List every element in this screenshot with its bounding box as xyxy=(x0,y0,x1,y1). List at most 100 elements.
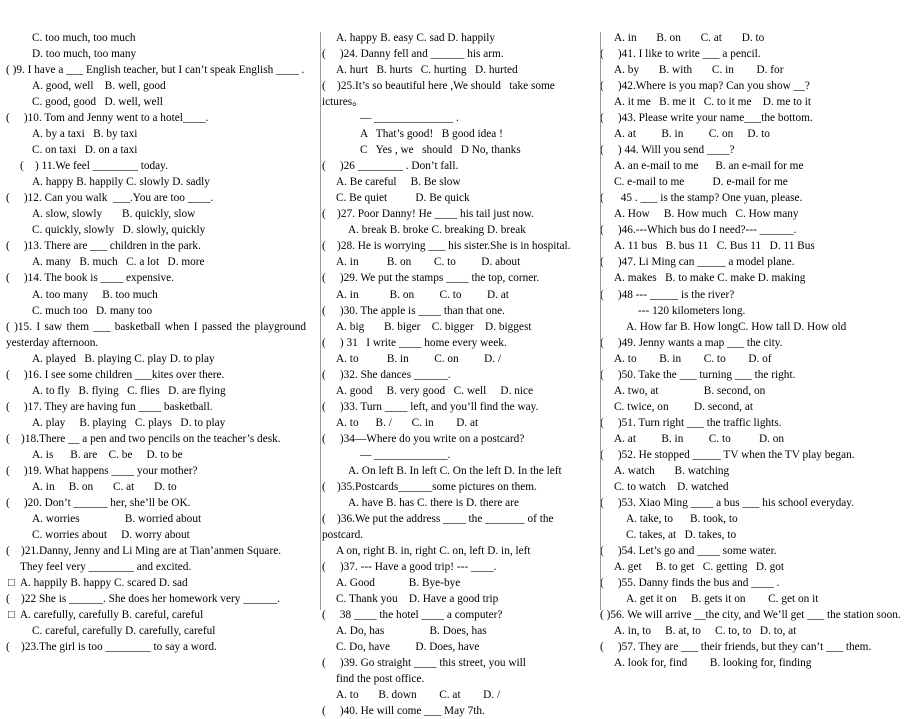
question-line: □ A. carefully, carefully B. careful, ca… xyxy=(8,609,204,622)
question-line: A. is B. are C. be D. to be xyxy=(32,448,183,461)
question-line: A. play B. playing C. plays D. to play xyxy=(32,416,226,429)
question-line: A on, right B. in, right C. on, left D. … xyxy=(336,545,531,557)
question-line: A. worries B. worried about xyxy=(32,512,202,525)
question-line: C. to watch D. watched xyxy=(614,480,729,493)
question-line: A. in, to B. at, to C. to, to D. to, at xyxy=(614,625,797,638)
question-line: A. an e-mail to me B. an e-mail for me xyxy=(614,160,804,173)
question-line: A. it me B. me it C. to it me D. me to i… xyxy=(614,96,812,109)
question-line: A. 11 bus B. bus 11 C. Bus 11 D. 11 Bus xyxy=(614,240,815,253)
question-line: A. two, at B. second, on xyxy=(614,384,766,397)
question-line: A. look for, find B. looking for, findin… xyxy=(614,657,812,670)
question-line: C. twice, on D. second, at xyxy=(614,400,753,413)
question-line: ( )9. I have a ___ English teacher, but … xyxy=(6,64,305,77)
question-line: A. big B. biger C. bigger D. biggest xyxy=(336,320,532,333)
question-line: C. Thank you D. Have a good trip xyxy=(336,593,499,606)
question-line: ( )24. Danny fell and ______ his arm. xyxy=(322,48,504,61)
question-line: ( )55. Danny finds the bus and ____ . xyxy=(600,577,780,590)
question-line: ( )35.Postcards______some pictures on th… xyxy=(322,480,537,493)
question-line: C. careful, carefully D. carefully, care… xyxy=(32,625,216,638)
question-line: C. too much, too much xyxy=(32,32,136,44)
question-line: ( 45 . ___ is the stamp? One yuan, pleas… xyxy=(600,192,803,205)
question-line: ( )41. I like to write ___ a pencil. xyxy=(600,48,761,61)
question-line: A. in B. on C. at D. to xyxy=(614,32,765,44)
question-line: A. happy B. happily C. slowly D. sadly xyxy=(32,176,210,189)
question-line: ( )16. I see some children ___kites over… xyxy=(6,368,225,381)
question-line: ( )21.Danny, Jenny and Li Ming are at Ti… xyxy=(6,545,282,557)
question-line: ( )39. Go straight ____ this street, you… xyxy=(322,657,526,670)
question-line: ( )27. Poor Danny! He ____ his tail just… xyxy=(322,208,535,221)
question-line: ( )54. Let’s go and ____ some water. xyxy=(600,545,777,557)
question-line: — _____________. xyxy=(360,448,451,461)
question-line: A. to B. in C. on D. / xyxy=(336,352,502,365)
question-line: D. too much, too many xyxy=(32,48,137,61)
question-line: A That’s good! B good idea ! xyxy=(360,128,503,141)
question-line: C Yes , we should D No, thanks xyxy=(360,144,521,157)
question-line: C. worries about D. worry about xyxy=(32,528,190,541)
question-line: ( )26 ________ . Don’t fall. xyxy=(322,160,459,173)
question-line: ( )10. Tom and Jenny went to a hotel____… xyxy=(6,112,209,125)
question-line: A. Good B. Bye-bye xyxy=(336,577,461,590)
question-line: ( )37. --- Have a good trip! --- ____. xyxy=(322,561,497,574)
question-line: C. quickly, slowly D. slowly, quickly xyxy=(32,224,206,237)
question-column-2: A. happy B. easy C. sad D. happily ( )24.… xyxy=(314,30,590,719)
question-line: A. at B. in C. on D. to xyxy=(614,128,770,141)
question-line: □ A. happily B. happy C. scared D. sad xyxy=(8,577,188,590)
question-line: A. get B. to get C. getting D. got xyxy=(614,561,785,574)
question-line: ( )51. Turn right ___ the traffic lights… xyxy=(600,416,782,429)
question-line: A. to B. in C. to D. of xyxy=(614,352,772,365)
question-line: ( )42.Where is you map? Can you show __? xyxy=(600,80,810,93)
question-line: ( )25.It’s so beautiful here ,We should … xyxy=(322,80,558,109)
question-line: ( )28. He is worrying ___ his sister.She… xyxy=(322,240,571,253)
question-line: A. to fly B. flying C. flies D. are flyi… xyxy=(32,384,226,397)
question-line: ( )57. They are ___ their friends, but t… xyxy=(600,641,872,654)
question-line: A. to B. down C. at D. / xyxy=(336,689,501,702)
question-line: ( )50. Take the ___ turning ___ the righ… xyxy=(600,368,796,381)
question-line: C. takes, at D. takes, to xyxy=(626,528,737,541)
question-line: ( )30. The apple is ____ than that one. xyxy=(322,304,506,317)
question-line: ( )53. Xiao Ming ____ a bus ___ his scho… xyxy=(600,496,855,509)
question-line: A. at B. in C. to D. on xyxy=(614,432,785,445)
question-line: ( )56. We will arrive __the city, and We… xyxy=(600,609,901,622)
question-line: A. good B. very good C. well D. nice xyxy=(336,384,534,397)
question-line: C. on taxi D. on a taxi xyxy=(32,144,138,157)
question-line: C. Be quiet D. Be quick xyxy=(336,192,470,205)
question-line: C. good, good D. well, well xyxy=(32,96,163,109)
question-line: ( )13. There are ___ children in the par… xyxy=(6,240,201,253)
question-line: A. have B. has C. there is D. there are xyxy=(348,496,519,509)
question-line: ( )46.---Which bus do I need?--- ______. xyxy=(600,224,797,237)
question-line: ( )47. Li Ming can _____ a model plane. xyxy=(600,256,795,269)
question-line: A. by B. with C. in D. for xyxy=(614,64,784,77)
question-line: A. many B. much C. a lot D. more xyxy=(32,256,205,269)
question-line: C. e-mail to me D. e-mail for me xyxy=(614,176,788,189)
question-column-1: C. too much, too much D. too much, too ma… xyxy=(6,30,314,655)
question-line: ( )43. Please write your name___the bott… xyxy=(600,112,813,125)
question-line: ( )29. We put the stamps ____ the top, c… xyxy=(322,272,540,285)
question-line: A. break B. broke C. breaking D. break xyxy=(348,224,526,237)
question-line: A. good, well B. well, good xyxy=(32,80,166,93)
question-line: ( )18.There __ a pen and two pencils on … xyxy=(6,432,281,445)
question-line: — ______________ . xyxy=(360,112,459,125)
question-line: A. get it on B. gets it on C. get on it xyxy=(626,593,819,606)
question-line: A. happy B. easy C. sad D. happily xyxy=(336,32,496,44)
worksheet-page: C. too much, too much D. too much, too ma… xyxy=(0,0,920,717)
question-line: A. too many B. too much xyxy=(32,288,158,301)
question-line: A. How far B. How longC. How tall D. How… xyxy=(626,320,847,333)
question-line: A. hurt B. hurts C. hurting D. hurted xyxy=(336,64,518,77)
question-line: ( )14. The book is ____ expensive. xyxy=(6,272,174,285)
question-line: A. in B. on C. to D. about xyxy=(336,256,521,269)
question-line: ( )19. What happens ____ your mother? xyxy=(6,464,198,477)
question-line: A. to B. / C. in D. at xyxy=(336,416,479,429)
column-divider-1 xyxy=(320,32,321,610)
question-line: A. makes B. to make C. make D. making xyxy=(614,272,806,285)
question-line: ( )36.We put the address ____ the ______… xyxy=(322,512,557,541)
question-column-3: A. in B. on C. at D. to ( )41. I like to … xyxy=(590,30,910,671)
question-line: find the post office. xyxy=(336,673,425,686)
question-line: A. take, to B. took, to xyxy=(626,512,738,525)
question-line: ( )22 She is ______. She does her homewo… xyxy=(6,593,280,606)
question-line: A. in B. on C. to D. at xyxy=(336,288,509,301)
question-line: A. On left B. In left C. On the left D. … xyxy=(348,464,562,477)
question-line: ( )34—Where do you write on a postcard? xyxy=(322,432,525,445)
question-line: ( )23.The girl is too ________ to say a … xyxy=(6,641,217,654)
question-line: ( 38 ____ the hotel ____ a computer? xyxy=(322,609,503,622)
question-line: C. Do, have D. Does, have xyxy=(336,641,480,654)
